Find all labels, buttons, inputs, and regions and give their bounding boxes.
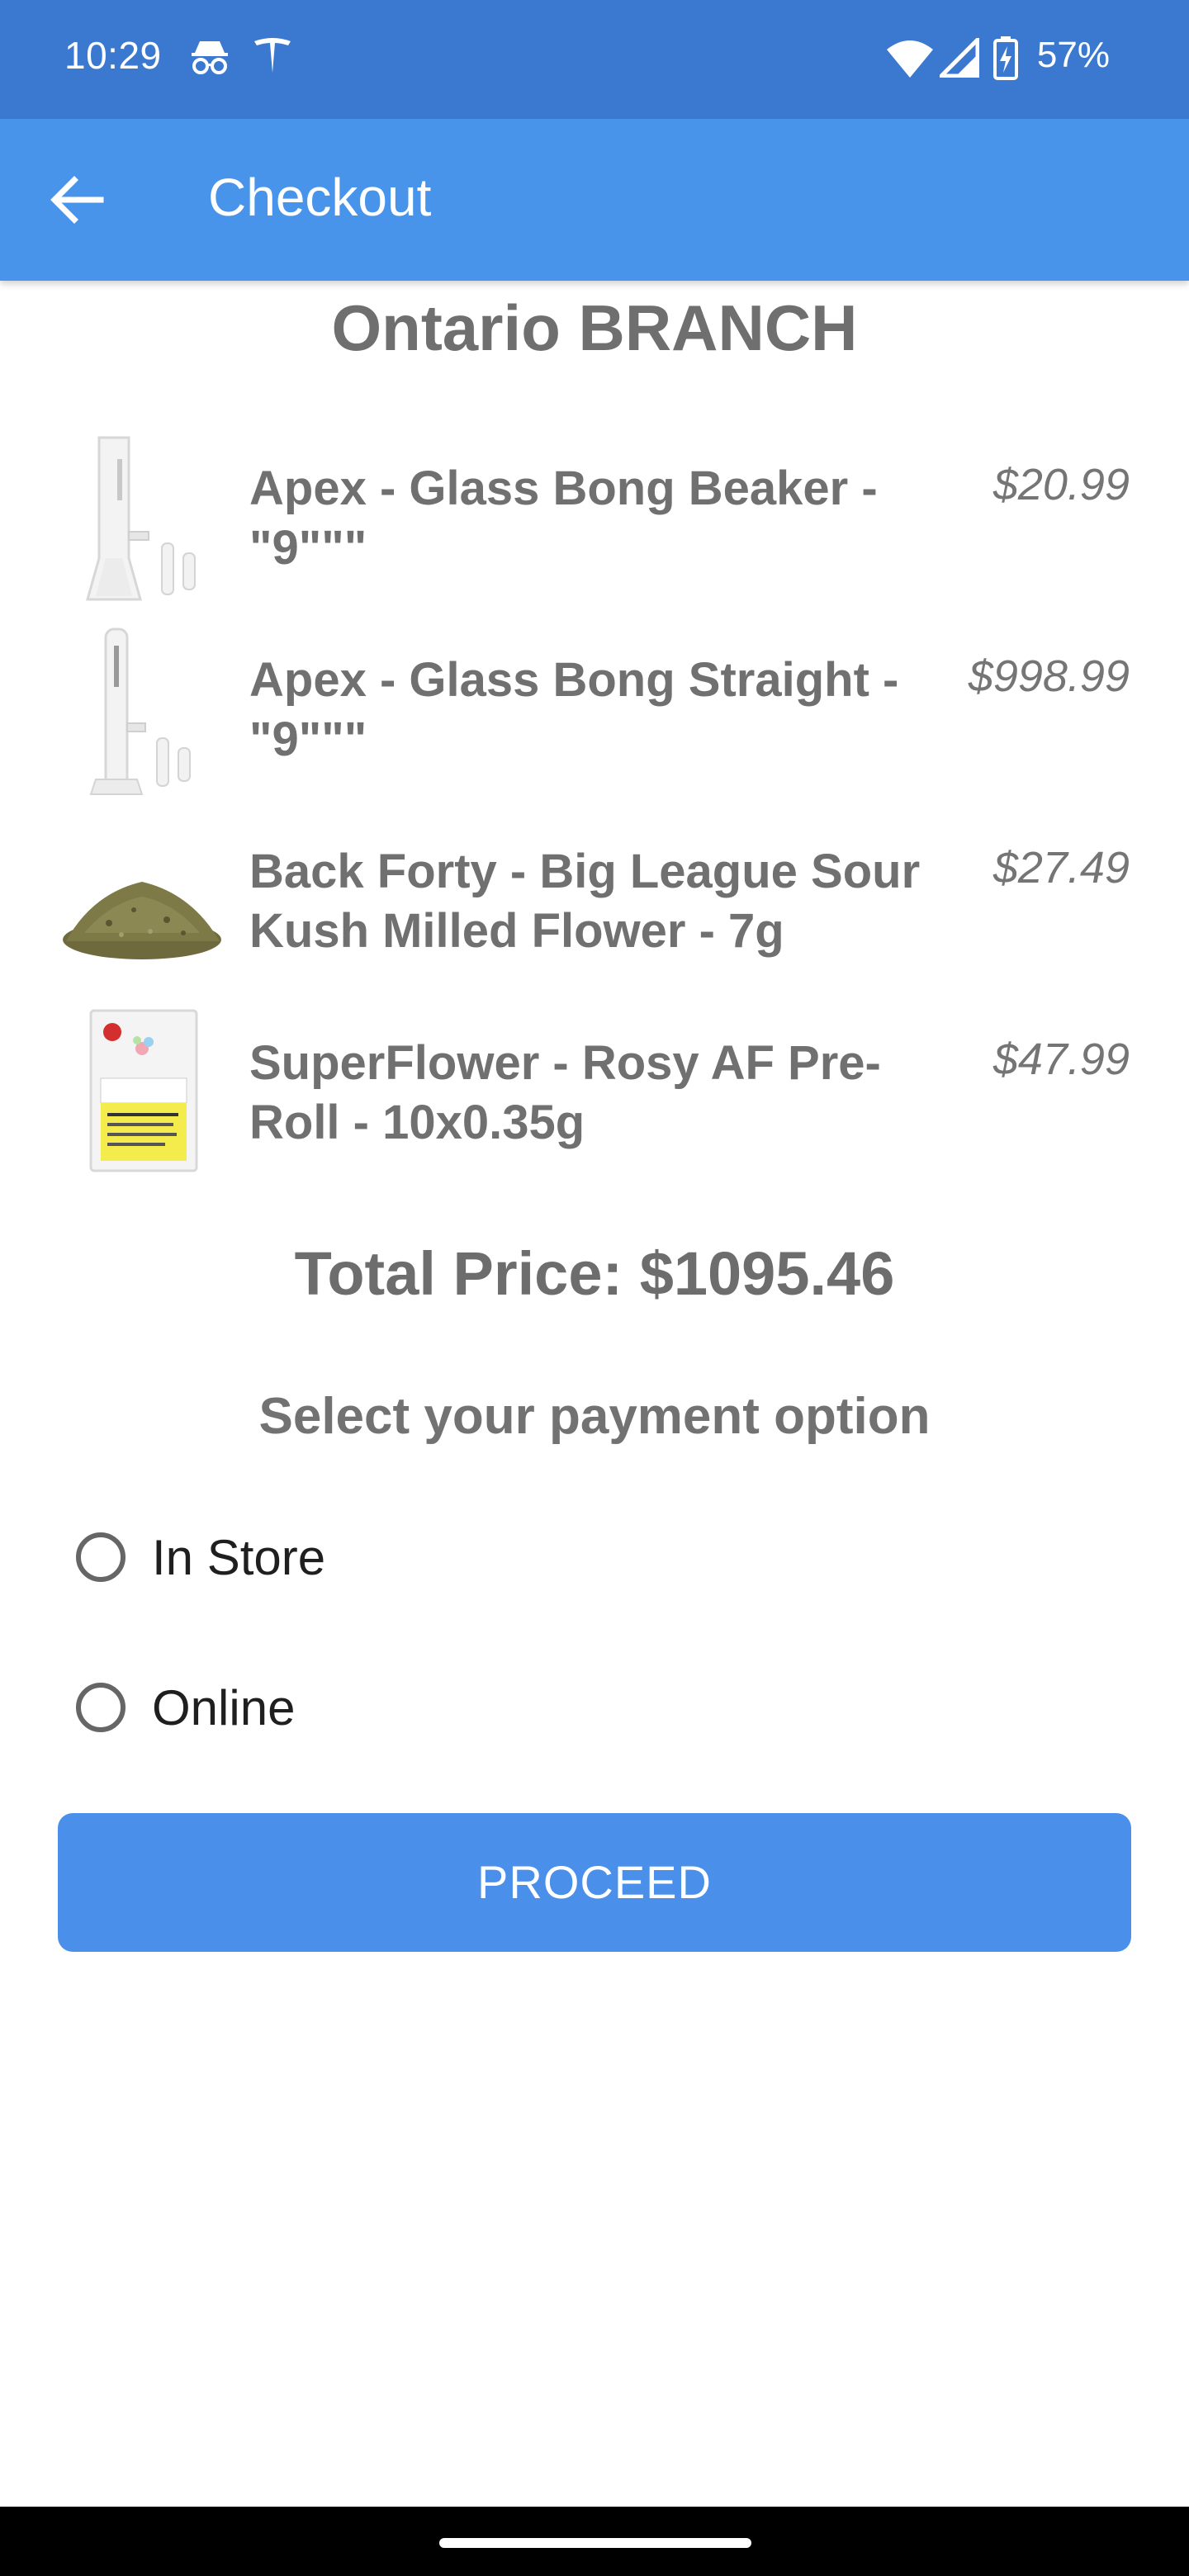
cart-item: Apex - Glass Bong Beaker - "9""" $20.99 [0,434,1189,616]
total-price: Total Price: $1095.46 [294,1239,895,1308]
page-title: Checkout [208,168,432,227]
item-price: $47.99 [992,1035,1130,1084]
tesla-icon [249,33,296,83]
proceed-button[interactable]: PROCEED [58,1813,1131,1952]
app-bar: Checkout [0,119,1189,281]
radio-button[interactable] [76,1683,126,1732]
item-name: Back Forty - Big League Sour Kush Milled… [249,845,921,958]
item-name: SuperFlower - Rosy AF Pre-Roll - 10x0.35… [249,1036,881,1149]
status-time: 10:29 [64,34,162,77]
payment-heading: Select your payment option [258,1388,931,1445]
cart-item: Apex - Glass Bong Straight - "9""" $998.… [0,626,1189,807]
item-price: $998.99 [968,651,1130,701]
battery-percentage: 57% [1036,35,1110,75]
signal-icon [936,34,980,82]
item-name: Apex - Glass Bong Straight - "9""" [249,653,899,766]
item-price: $20.99 [992,460,1130,509]
item-name: Apex - Glass Bong Beaker - "9""" [249,462,878,575]
wifi-icon [887,38,933,82]
cart-item: SuperFlower - Rosy AF Pre-Roll - 10x0.35… [0,1009,1189,1191]
radio-label: Online [152,1680,296,1735]
incognito-icon [187,33,233,83]
milled-flower-image [59,817,225,991]
item-price: $27.49 [992,843,1130,893]
arrow-left-icon[interactable] [48,173,106,226]
radio-button[interactable] [76,1532,126,1582]
battery-charging-icon [992,36,1019,85]
cart-item: Back Forty - Big League Sour Kush Milled… [0,817,1189,999]
system-navigation-bar [0,2507,1189,2576]
glass-bong-beaker-image [59,434,225,608]
branch-title: Ontario BRANCH [331,291,858,364]
status-bar: 10:29 57% [0,0,1189,119]
home-gesture-handle[interactable] [439,2538,751,2548]
payment-option-in-store[interactable]: In Store [73,1526,733,1600]
radio-label: In Store [152,1530,326,1585]
glass-bong-straight-image [59,626,225,799]
pre-roll-package-image [59,1009,225,1182]
payment-option-online[interactable]: Online [73,1676,733,1750]
